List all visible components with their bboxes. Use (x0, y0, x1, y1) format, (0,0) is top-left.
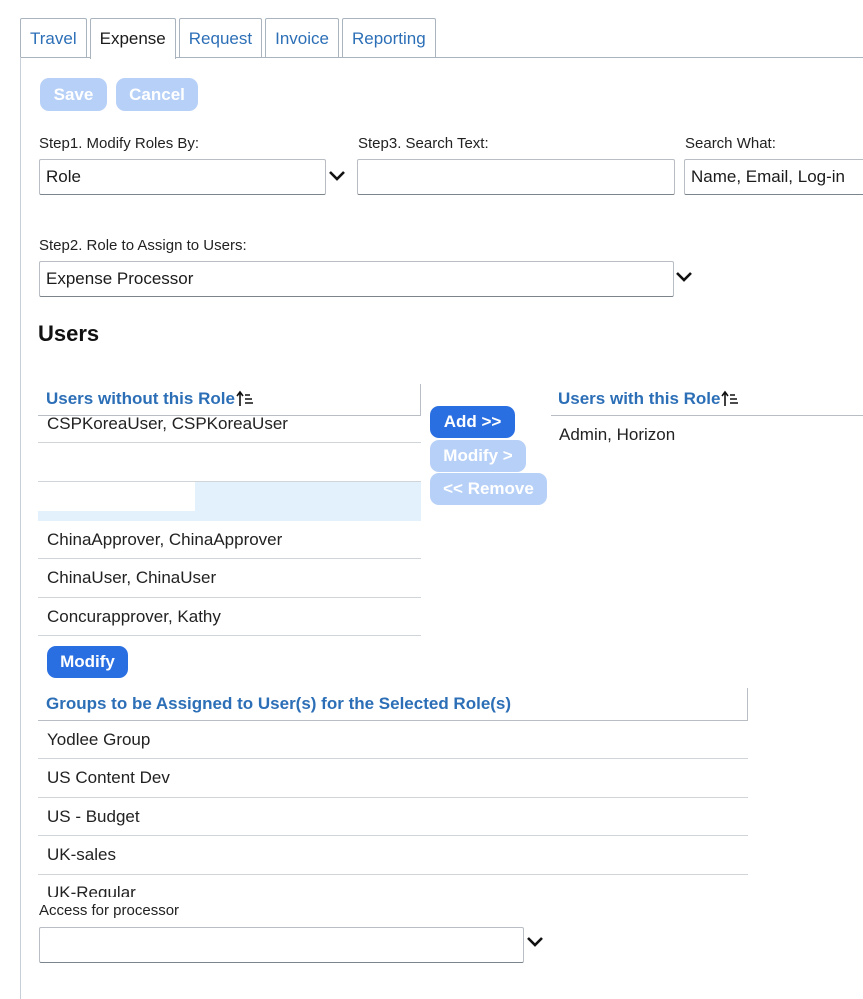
chevron-down-icon[interactable] (674, 267, 694, 287)
panel-border (20, 57, 21, 999)
search-what-label: Search What: (685, 135, 776, 152)
list-item[interactable]: Admin, Horizon (559, 425, 675, 445)
modify-roles-by-value: Role (46, 167, 81, 186)
list-item-label: ChinaUser, ChinaUser (47, 568, 217, 587)
users-heading: Users (38, 321, 100, 346)
list-item[interactable]: US Content Dev (38, 759, 748, 798)
column-divider (747, 688, 748, 721)
modify-button[interactable]: Modify (47, 646, 128, 678)
search-text-input[interactable] (357, 159, 675, 195)
users-with-role-header[interactable]: Users with this Role (558, 389, 739, 409)
list-item[interactable]: CSPKoreaUser, CSPKoreaUser (38, 405, 421, 443)
list-item[interactable] (38, 443, 421, 482)
chevron-down-icon[interactable] (327, 166, 347, 186)
list-item[interactable]: UK-sales (38, 836, 748, 875)
list-item-label: ChinaApprover, ChinaApprover (47, 529, 283, 549)
list-item-label: UK-sales (47, 845, 116, 864)
list-item-label: Concurapprover, Kathy (47, 606, 221, 626)
search-what-value: Name, Email, Log-in (691, 167, 846, 186)
list-item[interactable]: Concurapprover, Kathy (38, 598, 421, 636)
users-with-role-header-label: Users with this Role (558, 389, 721, 408)
step3-label: Step3. Search Text: (358, 135, 489, 152)
list-item[interactable]: ChinaApprover, ChinaApprover (38, 521, 421, 559)
modify-roles-by-select[interactable]: Role (39, 159, 326, 195)
tab-bar: Travel Expense Request Invoice Reporting (20, 18, 439, 59)
list-item-label: CSPKoreaUser, CSPKoreaUser (47, 414, 288, 433)
list-item[interactable]: Yodlee Group (38, 721, 748, 759)
cancel-button[interactable]: Cancel (116, 78, 198, 111)
remove-button[interactable]: << Remove (430, 473, 547, 505)
list-item[interactable]: UK-Regular (47, 883, 136, 897)
step1-label: Step1. Modify Roles By: (39, 135, 200, 152)
search-what-select[interactable]: Name, Email, Log-in (684, 159, 863, 195)
tab-expense[interactable]: Expense (89, 18, 176, 59)
chevron-down-icon[interactable] (525, 932, 545, 952)
list-item-label: US Content Dev (47, 768, 170, 787)
header-underline (551, 415, 863, 416)
list-clip: UK-Regular (38, 875, 748, 897)
step2-label: Step2. Role to Assign to Users: (39, 237, 247, 254)
role-to-assign-value: Expense Processor (46, 269, 194, 288)
list-item[interactable]: US - Budget (38, 798, 748, 836)
add-button[interactable]: Add >> (430, 406, 515, 438)
role-to-assign-select[interactable]: Expense Processor (39, 261, 674, 297)
list-item-label: Yodlee Group (47, 729, 151, 749)
access-label: Access for processor (39, 902, 184, 919)
tab-reporting[interactable]: Reporting (341, 18, 436, 58)
tab-invoice[interactable]: Invoice (265, 18, 339, 58)
list-item[interactable]: ChinaUser, ChinaUser (38, 559, 421, 598)
modify-move-button[interactable]: Modify > (430, 440, 526, 472)
groups-header: Groups to be Assigned to User(s) for the… (46, 694, 512, 713)
sort-icon[interactable] (721, 390, 739, 408)
selection-highlight (38, 511, 421, 521)
list-item-label: US - Budget (47, 806, 140, 826)
access-select[interactable] (39, 927, 524, 963)
tab-travel[interactable]: Travel (20, 18, 87, 58)
save-button[interactable]: Save (40, 78, 107, 111)
tab-request[interactable]: Request (178, 18, 263, 58)
